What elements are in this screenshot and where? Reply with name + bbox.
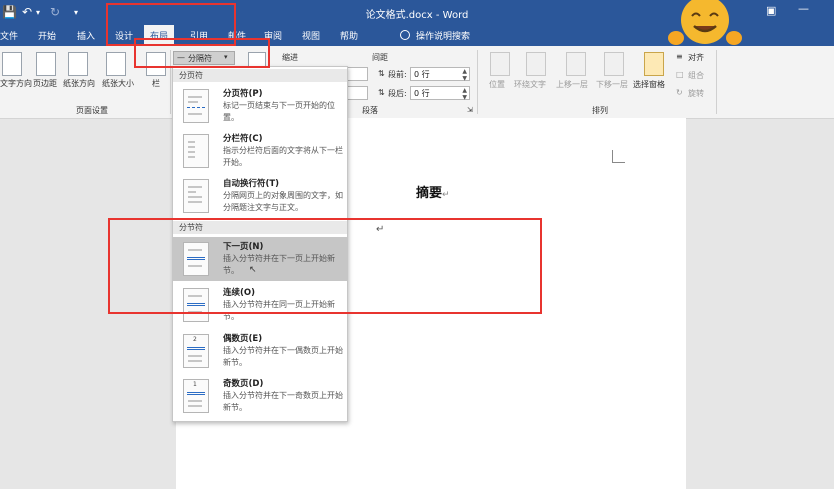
text-wrapping-break-icon: [183, 179, 209, 213]
divider: [477, 50, 478, 114]
page-setup-group-label: 页面设置: [76, 106, 108, 115]
spinner-icon[interactable]: ▲ ▼: [462, 87, 467, 101]
space-after-icon: ⇅: [378, 88, 385, 97]
wrap-text-icon: [526, 52, 546, 76]
bring-forward-button: 上移一层: [556, 80, 588, 89]
even-page-item[interactable]: 2 偶数页(E) 插入分节符并在下一偶数页上开始新节。: [173, 329, 347, 373]
margins-button[interactable]: 页边距: [33, 78, 57, 89]
heading-text: 摘要: [416, 186, 443, 201]
text-wrapping-break-title: 自动换行符(T): [223, 179, 280, 189]
paragraph-mark-icon: ↵: [442, 190, 450, 200]
text-wrapping-break-item[interactable]: 自动换行符(T) 分隔网页上的对象周围的文字，如分隔题注文字与正文。: [173, 174, 347, 218]
page-break-item[interactable]: 分页符(P) 标记一页结束与下一页开始的位置。: [173, 84, 347, 128]
space-before-value: 0 行: [414, 70, 430, 79]
highlight-next-page: [108, 218, 542, 314]
orientation-icon[interactable]: [68, 52, 88, 76]
ribbon-display-icon[interactable]: ▣: [766, 4, 776, 17]
send-backward-icon: [604, 52, 624, 76]
indent-right-field[interactable]: [346, 86, 368, 100]
document-heading[interactable]: 摘要↵: [416, 182, 450, 201]
minimize-icon[interactable]: —: [798, 2, 809, 15]
position-button: 位置: [489, 80, 505, 89]
selection-pane-icon[interactable]: [644, 52, 664, 76]
group-icon: □: [676, 70, 684, 79]
dialog-launcher-icon[interactable]: ⇲: [467, 106, 473, 114]
columns-button[interactable]: 栏: [152, 78, 160, 89]
size-icon[interactable]: [106, 52, 126, 76]
rotate-button: 旋转: [688, 89, 704, 98]
tab-insert[interactable]: 插入: [77, 29, 95, 42]
arrange-group-label: 排列: [592, 106, 608, 115]
hugging-face-emoji-icon: [668, 0, 742, 45]
space-after-value: 0 行: [414, 89, 430, 98]
odd-page-title: 奇数页(D): [223, 379, 264, 389]
spinner-icon[interactable]: ▲ ▼: [462, 68, 467, 82]
odd-page-item[interactable]: 1 奇数页(D) 插入分节符并在下一奇数页上开始新节。: [173, 374, 347, 418]
tell-me-label: 操作说明搜索: [416, 32, 471, 42]
page-breaks-header: 分页符: [173, 69, 347, 82]
space-before-icon: ⇅: [378, 69, 385, 78]
selection-pane-button[interactable]: 选择窗格: [633, 79, 665, 90]
page-break-icon: [183, 89, 209, 123]
tab-help[interactable]: 帮助: [340, 29, 358, 42]
column-break-icon: [183, 134, 209, 168]
size-button[interactable]: 纸张大小: [102, 78, 134, 89]
indent-left-field[interactable]: [346, 67, 368, 81]
tell-me-search[interactable]: 操作说明搜索: [400, 29, 470, 42]
tab-file[interactable]: 文件: [0, 29, 18, 42]
wrap-text-button: 环绕文字: [514, 80, 546, 89]
divider: [716, 50, 717, 114]
highlight-breaks-button: [134, 38, 270, 68]
group-button: 组合: [688, 71, 704, 80]
align-button[interactable]: 对齐: [688, 52, 704, 63]
indent-label: 缩进: [282, 53, 298, 62]
column-break-title: 分栏符(C): [223, 134, 263, 144]
rotate-icon: ↻: [676, 88, 683, 97]
column-break-item[interactable]: 分栏符(C) 指示分栏符后面的文字将从下一栏开始。: [173, 129, 347, 173]
space-after-label: 段后:: [388, 89, 407, 98]
margin-corner-mark: [612, 150, 625, 163]
send-backward-button: 下移一层: [596, 80, 628, 89]
lightbulb-icon: [400, 30, 410, 40]
ribbon-layout: 文字方向 页边距 纸张方向 纸张大小 栏 — 分隔符 ▾ 页面设置 缩进 间距 …: [0, 46, 834, 119]
page-break-title: 分页符(P): [223, 89, 263, 99]
column-break-desc: 指示分栏符后面的文字将从下一栏开始。: [223, 146, 343, 167]
tab-view[interactable]: 视图: [302, 29, 320, 42]
text-direction-icon[interactable]: [2, 52, 22, 76]
space-before-label: 段前:: [388, 70, 407, 79]
page-break-desc: 标记一页结束与下一页开始的位置。: [223, 101, 335, 122]
bring-forward-icon: [566, 52, 586, 76]
text-wrapping-break-desc: 分隔网页上的对象周围的文字，如分隔题注文字与正文。: [223, 191, 343, 212]
paragraph-group-label: 段落: [362, 106, 378, 115]
odd-page-desc: 插入分节符并在下一奇数页上开始新节。: [223, 391, 343, 412]
margins-icon[interactable]: [36, 52, 56, 76]
align-icon: ≡: [676, 52, 683, 61]
spacing-label: 间距: [372, 53, 388, 62]
position-icon: [490, 52, 510, 76]
space-before-field[interactable]: 0 行 ▲ ▼: [410, 67, 470, 82]
even-page-desc: 插入分节符并在下一偶数页上开始新节。: [223, 346, 343, 367]
even-page-title: 偶数页(E): [223, 334, 263, 344]
space-after-field[interactable]: 0 行 ▲ ▼: [410, 86, 470, 101]
text-direction-button[interactable]: 文字方向: [0, 78, 32, 89]
odd-page-icon: 1: [183, 379, 209, 413]
orientation-button[interactable]: 纸张方向: [63, 78, 95, 89]
even-page-icon: 2: [183, 334, 209, 368]
tab-home[interactable]: 开始: [38, 29, 56, 42]
